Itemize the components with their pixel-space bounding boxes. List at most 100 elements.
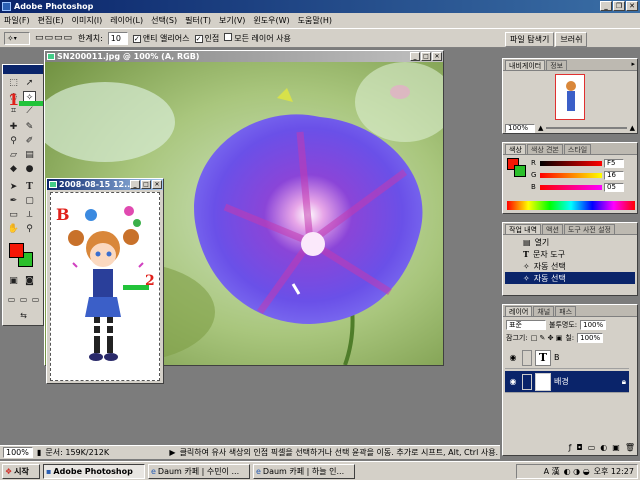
tab-info[interactable]: 정보 bbox=[546, 60, 568, 70]
layer-row-background[interactable]: ◉ 배경 🔒︎ bbox=[505, 371, 629, 393]
new-set-icon[interactable]: ▭ bbox=[588, 443, 596, 454]
small-document-canvas[interactable]: B 2 bbox=[50, 192, 160, 381]
mask-icon[interactable]: ◘ bbox=[576, 443, 582, 454]
layer-name[interactable]: 배경 bbox=[554, 376, 569, 387]
history-item[interactable]: T 문자 도구 bbox=[505, 248, 635, 260]
menu-edit[interactable]: 편집(E) bbox=[38, 15, 64, 26]
doc-minimize-button[interactable]: _ bbox=[410, 52, 420, 61]
new-layer-icon[interactable]: ▣ bbox=[612, 443, 620, 454]
tab-color[interactable]: 색상 bbox=[505, 144, 526, 154]
layer-row-text[interactable]: ◉ T B bbox=[505, 347, 629, 369]
menu-help[interactable]: 도움말(H) bbox=[298, 15, 332, 26]
channel-b-slider[interactable] bbox=[540, 184, 602, 190]
tab-channels[interactable]: 채널 bbox=[533, 306, 555, 316]
channel-r-input[interactable]: F5 bbox=[604, 158, 624, 168]
dodge-icon[interactable]: ● bbox=[23, 163, 36, 176]
adjustment-icon[interactable]: ◐ bbox=[600, 443, 607, 454]
contiguous-checkbox[interactable]: ✓ 인접 bbox=[194, 33, 219, 44]
screen-mode-full-icon[interactable]: ▭ bbox=[29, 293, 42, 306]
tab-navigator[interactable]: 내비게이터 bbox=[505, 60, 546, 70]
history-item[interactable]: ✧ 자동 선택 bbox=[505, 260, 635, 272]
menu-window[interactable]: 윈도우(W) bbox=[253, 15, 289, 26]
blend-mode-select[interactable]: 표준 bbox=[506, 320, 546, 330]
move-icon[interactable]: ➚ bbox=[23, 77, 36, 90]
taskbar-item-daum-1[interactable]: e Daum 카페 | 수민이 ... bbox=[148, 463, 250, 479]
menu-select[interactable]: 선택(S) bbox=[151, 15, 177, 26]
trash-icon[interactable]: 🗑︎ bbox=[625, 443, 635, 454]
history-brush-icon[interactable]: ✐ bbox=[23, 135, 36, 148]
navigator-zoom-input[interactable]: 100% bbox=[505, 123, 535, 133]
pen-icon[interactable]: ✒ bbox=[7, 195, 20, 208]
palette-menu-icon[interactable]: ▸ bbox=[631, 60, 635, 68]
eyedropper-icon[interactable]: ⟂ bbox=[23, 209, 36, 222]
imageready-icon[interactable]: ⇆ bbox=[17, 309, 30, 322]
hand-icon[interactable]: ✋ bbox=[7, 223, 20, 236]
layer-link-slot[interactable] bbox=[522, 349, 532, 366]
fill-input[interactable]: 100% bbox=[577, 333, 604, 343]
menu-layer[interactable]: 레이어(L) bbox=[110, 15, 143, 26]
brushes-tab[interactable]: 브러쉬 bbox=[555, 32, 588, 47]
channel-r-slider[interactable] bbox=[540, 160, 602, 166]
eye-icon[interactable]: ◉ bbox=[507, 353, 519, 362]
small-doc-minimize-button[interactable]: _ bbox=[130, 180, 140, 189]
color-ramp[interactable] bbox=[507, 201, 635, 210]
menu-filter[interactable]: 필터(T) bbox=[185, 15, 211, 26]
start-button[interactable]: ❖ 시작 bbox=[2, 463, 40, 479]
foreground-color-swatch[interactable] bbox=[9, 243, 24, 258]
history-item-selected[interactable]: ✧ 자동 선택 bbox=[505, 272, 635, 284]
file-browser-tab[interactable]: 파일 탐색기 bbox=[505, 32, 555, 47]
taskbar-item-photoshop[interactable]: ▪ Adobe Photoshop bbox=[43, 463, 145, 479]
blur-icon[interactable]: ◆ bbox=[7, 163, 20, 176]
quick-mask-icon[interactable]: ◙ bbox=[23, 275, 36, 288]
type-tool-icon[interactable]: T bbox=[23, 181, 36, 194]
channel-b-input[interactable]: 05 bbox=[604, 182, 624, 192]
notes-icon[interactable]: ▭ bbox=[7, 209, 20, 222]
taskbar-item-daum-2[interactable]: e Daum 카페 | 하늘 인... bbox=[253, 463, 355, 479]
doc-close-button[interactable]: ✕ bbox=[432, 52, 442, 61]
clock[interactable]: 오후 12:27 bbox=[594, 466, 634, 477]
tolerance-input[interactable]: 10 bbox=[107, 31, 128, 45]
minimize-button[interactable]: _ bbox=[600, 1, 612, 11]
navigator-thumbnail[interactable] bbox=[555, 74, 585, 120]
navigator-zoom-slider[interactable] bbox=[546, 127, 627, 129]
tab-history[interactable]: 작업 내역 bbox=[505, 224, 541, 234]
main-document-titlebar[interactable]: SN200011.jpg @ 100% (A, RGB) _ □ ✕ bbox=[45, 51, 443, 62]
standard-mode-icon[interactable]: ▣ bbox=[7, 275, 20, 288]
brush-link-icon[interactable] bbox=[522, 373, 532, 390]
antialias-checkbox[interactable]: ✓ 앤티 앨리어스 bbox=[132, 33, 190, 44]
tab-paths[interactable]: 패스 bbox=[555, 306, 577, 316]
eraser-icon[interactable]: ▱ bbox=[7, 149, 20, 162]
ime-indicator[interactable]: A 漢 bbox=[544, 466, 560, 477]
gradient-icon[interactable]: ▤ bbox=[23, 149, 36, 162]
brush-icon[interactable]: ✎ bbox=[23, 121, 36, 134]
restore-button[interactable]: ❐ bbox=[613, 1, 625, 11]
menu-file[interactable]: 파일(F) bbox=[4, 15, 30, 26]
history-item[interactable]: ▤ 열기 bbox=[505, 236, 635, 248]
color-bg-swatch[interactable] bbox=[514, 165, 526, 177]
tab-layers[interactable]: 레이어 bbox=[505, 306, 533, 316]
close-button[interactable]: ✕ bbox=[626, 1, 638, 11]
marquee-icon[interactable]: ⬚ bbox=[7, 77, 20, 90]
tab-tool-presets[interactable]: 도구 사전 설정 bbox=[563, 224, 615, 234]
zoom-in-icon[interactable]: ▲ bbox=[630, 124, 635, 132]
layer-name[interactable]: B bbox=[554, 353, 560, 362]
status-zoom[interactable]: 100% bbox=[3, 447, 33, 458]
menu-image[interactable]: 이미지(I) bbox=[72, 15, 103, 26]
zoom-out-icon[interactable]: ▲ bbox=[538, 124, 543, 132]
selection-mode-icons[interactable]: ▭▭▭▭ bbox=[35, 33, 73, 43]
tab-styles[interactable]: 스타일 bbox=[563, 144, 592, 154]
path-select-icon[interactable]: ➤ bbox=[7, 181, 20, 194]
small-doc-close-button[interactable]: ✕ bbox=[152, 180, 162, 189]
channel-g-input[interactable]: 16 bbox=[604, 170, 624, 180]
layer-style-icon[interactable]: ƒ bbox=[569, 443, 572, 454]
menu-view[interactable]: 보기(V) bbox=[219, 15, 245, 26]
opacity-input[interactable]: 100% bbox=[580, 320, 607, 330]
tab-actions[interactable]: 액션 bbox=[542, 224, 563, 234]
tool-preset-picker[interactable]: ✧ ▾ bbox=[4, 31, 30, 45]
doc-maximize-button[interactable]: □ bbox=[421, 52, 431, 61]
all-layers-checkbox[interactable]: 모든 레이어 사용 bbox=[224, 32, 291, 44]
healing-icon[interactable]: ✚ bbox=[7, 121, 20, 134]
lock-icons[interactable]: □ ✎ ✥ ▣ bbox=[531, 334, 563, 342]
status-doc-size[interactable]: 문서: 159K/212K bbox=[45, 447, 165, 458]
eye-icon[interactable]: ◉ bbox=[507, 377, 519, 386]
